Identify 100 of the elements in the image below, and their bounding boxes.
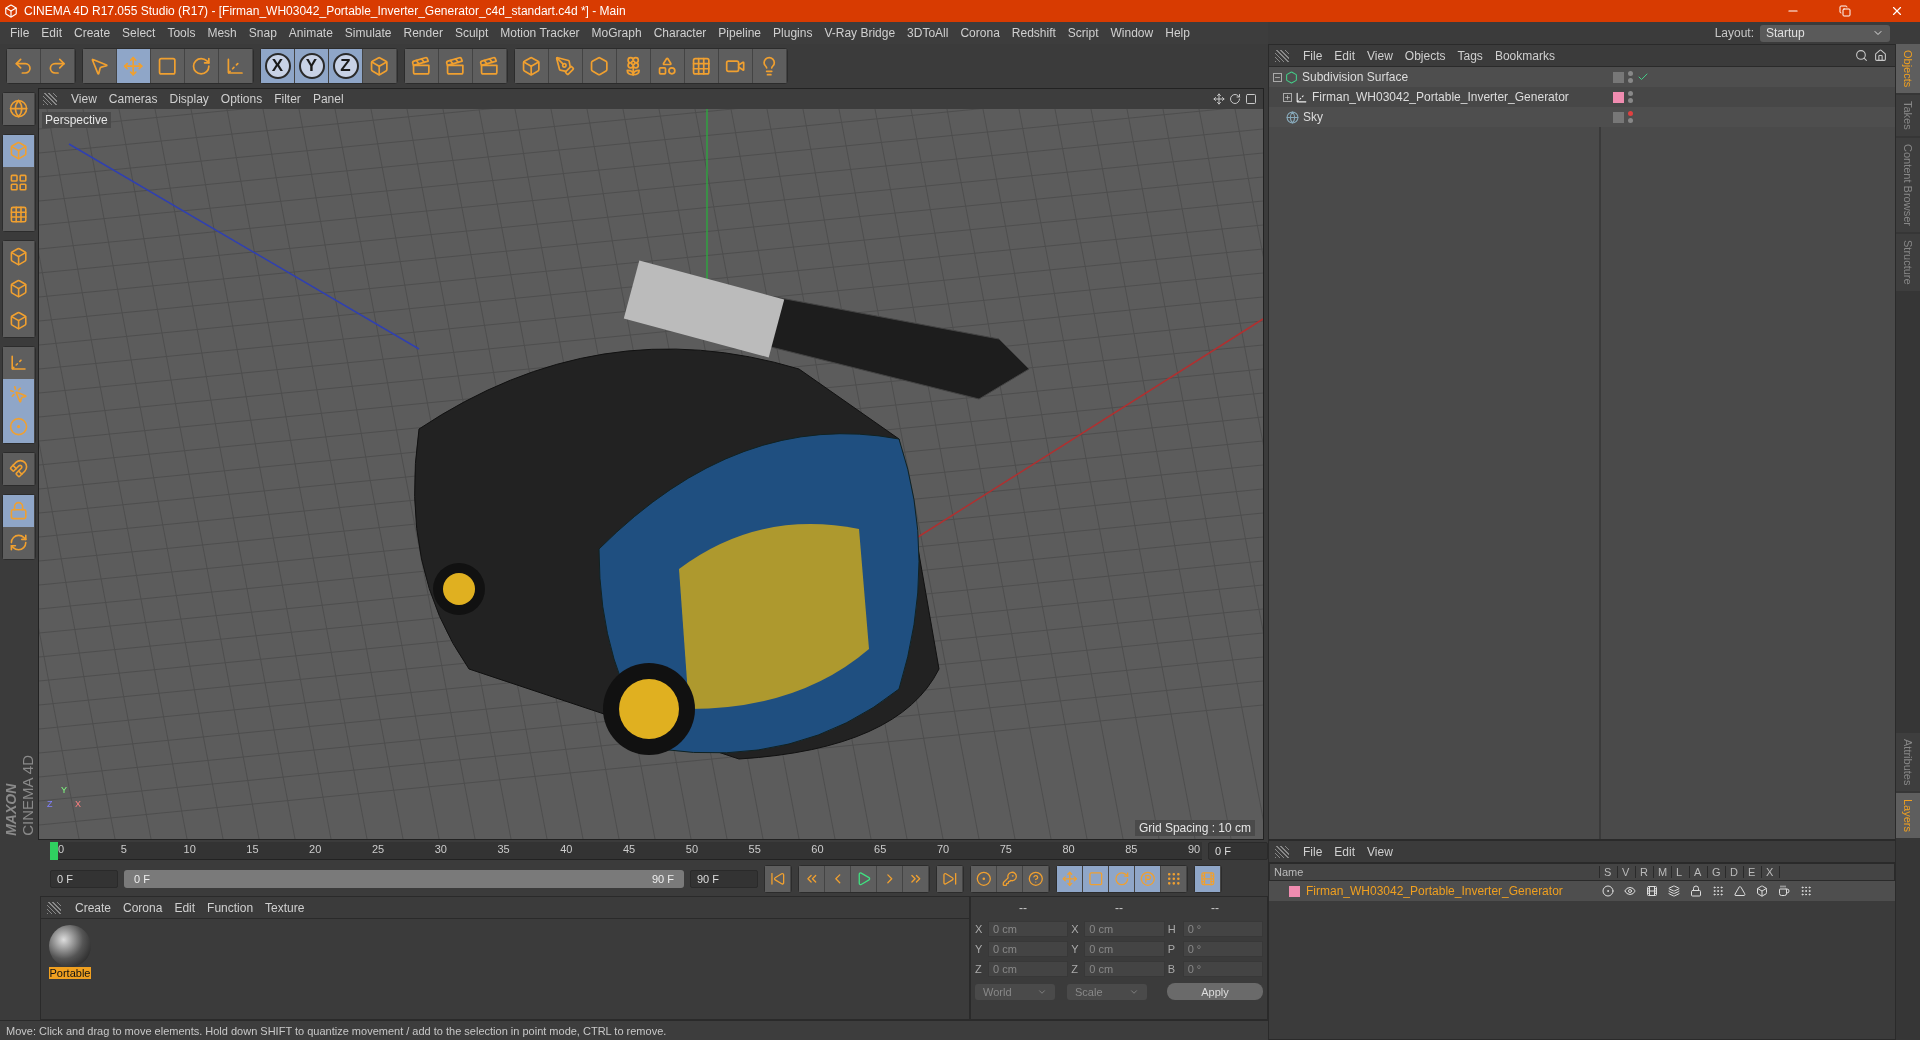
- menu-item[interactable]: Function: [201, 900, 260, 915]
- menu-item[interactable]: Bookmarks: [1488, 48, 1561, 63]
- tool-button[interactable]: [3, 527, 35, 559]
- tool-button[interactable]: [405, 49, 439, 83]
- tool-button[interactable]: [185, 49, 219, 83]
- tool-button[interactable]: [3, 135, 35, 167]
- column-header[interactable]: R: [1636, 866, 1654, 878]
- menu-item[interactable]: MoGraph: [585, 26, 648, 40]
- tool-button[interactable]: [1057, 866, 1083, 892]
- viewport-menu-item[interactable]: Filter: [268, 92, 307, 106]
- home-icon[interactable]: [1874, 49, 1887, 62]
- menu-item[interactable]: Create: [68, 26, 117, 40]
- column-header[interactable]: D: [1726, 866, 1744, 878]
- viewport-menu-item[interactable]: Options: [214, 92, 269, 106]
- tool-button[interactable]: [3, 305, 35, 337]
- tool-button[interactable]: [877, 866, 903, 892]
- menu-item[interactable]: File: [1297, 48, 1329, 63]
- tool-button[interactable]: [83, 49, 117, 83]
- visibility-dot[interactable]: [1628, 78, 1633, 83]
- tool-button[interactable]: [851, 866, 877, 892]
- column-header[interactable]: L: [1672, 866, 1690, 878]
- visibility-dot[interactable]: [1628, 98, 1633, 103]
- layer-swatch[interactable]: [1613, 111, 1624, 123]
- tool-button[interactable]: [1161, 866, 1187, 892]
- column-header[interactable]: Name: [1270, 866, 1600, 878]
- tool-button[interactable]: [117, 49, 151, 83]
- tool-button[interactable]: [799, 866, 825, 892]
- search-icon[interactable]: [1855, 49, 1868, 62]
- collapse-icon[interactable]: [1273, 72, 1282, 82]
- viewport-menu-item[interactable]: Cameras: [102, 92, 164, 106]
- menu-item[interactable]: 3DToAll: [901, 26, 955, 40]
- menu-item[interactable]: Mesh: [201, 26, 243, 40]
- tool-button[interactable]: [1195, 866, 1221, 892]
- object-name[interactable]: Subdivision Surface: [1302, 70, 1409, 84]
- layer-swatch[interactable]: [1613, 71, 1624, 83]
- end-frame-field[interactable]: 90 F: [690, 870, 758, 888]
- tool-button[interactable]: [3, 379, 35, 411]
- visibility-dot[interactable]: [1628, 111, 1633, 116]
- current-frame-field[interactable]: 0 F: [1208, 842, 1268, 860]
- column-header[interactable]: A: [1690, 866, 1708, 878]
- check-icon[interactable]: [1637, 71, 1649, 83]
- menu-item[interactable]: View: [1361, 844, 1399, 859]
- tool-button[interactable]: [3, 241, 35, 273]
- layer-toggle-icon[interactable]: [1756, 885, 1768, 897]
- frame-range-slider[interactable]: 0 F 90 F: [124, 870, 684, 888]
- menu-item[interactable]: Tags: [1451, 48, 1489, 63]
- menu-item[interactable]: Sculpt: [448, 26, 495, 40]
- menu-item[interactable]: Edit: [1328, 844, 1362, 859]
- tool-button[interactable]: [651, 49, 685, 83]
- tool-button[interactable]: [617, 49, 651, 83]
- menu-item[interactable]: Texture: [259, 900, 311, 915]
- visibility-dot[interactable]: [1628, 91, 1633, 96]
- tool-button[interactable]: [753, 49, 787, 83]
- tool-button[interactable]: [3, 347, 35, 379]
- object-name[interactable]: Sky: [1303, 110, 1323, 124]
- layer-swatch[interactable]: [1289, 885, 1300, 897]
- menu-item[interactable]: Edit: [168, 900, 202, 915]
- tool-button[interactable]: [937, 866, 963, 892]
- viewport-menu-item[interactable]: Display: [163, 92, 215, 106]
- menu-item[interactable]: Create: [69, 900, 118, 915]
- menu-item[interactable]: Motion Tracker: [494, 26, 586, 40]
- object-name[interactable]: Firman_WH03042_Portable_Inverter_Generator: [1312, 90, 1569, 104]
- menu-item[interactable]: Select: [116, 26, 162, 40]
- layer-toggle-icon[interactable]: [1646, 885, 1658, 897]
- viewport-menu-item[interactable]: View: [65, 92, 103, 106]
- layer-swatch[interactable]: [1613, 91, 1624, 103]
- tool-button[interactable]: [825, 866, 851, 892]
- column-header[interactable]: E: [1744, 866, 1762, 878]
- menu-item[interactable]: Redshift: [1005, 26, 1062, 40]
- menu-item[interactable]: Snap: [242, 26, 283, 40]
- axis-toggle-button[interactable]: Y: [295, 49, 329, 83]
- layer-toggle-icon[interactable]: [1690, 885, 1702, 897]
- tool-button[interactable]: [685, 49, 719, 83]
- layer-toggle-icon[interactable]: [1668, 885, 1680, 897]
- tool-button[interactable]: [1109, 866, 1135, 892]
- tool-button[interactable]: [971, 866, 997, 892]
- menu-item[interactable]: Render: [397, 26, 449, 40]
- expand-icon[interactable]: [1283, 92, 1292, 102]
- tool-button[interactable]: [903, 866, 929, 892]
- tool-button[interactable]: [363, 49, 397, 83]
- layout-dropdown[interactable]: Startup: [1760, 24, 1890, 42]
- maximize-icon[interactable]: [1245, 93, 1257, 105]
- tool-button[interactable]: [3, 167, 35, 199]
- layer-toggle-icon[interactable]: [1712, 885, 1724, 897]
- tool-button[interactable]: [41, 49, 75, 83]
- menu-item[interactable]: Animate: [282, 26, 339, 40]
- menu-item[interactable]: Pipeline: [712, 26, 768, 40]
- visibility-dot[interactable]: [1628, 71, 1633, 76]
- menu-item[interactable]: V-Ray Bridge: [818, 26, 902, 40]
- menu-item[interactable]: View: [1361, 48, 1399, 63]
- tool-button[interactable]: [439, 49, 473, 83]
- tool-button[interactable]: [549, 49, 583, 83]
- column-header[interactable]: X: [1762, 866, 1780, 878]
- layer-toggle-icon[interactable]: [1602, 885, 1614, 897]
- menu-item[interactable]: Tools: [161, 26, 202, 40]
- axis-toggle-button[interactable]: Z: [329, 49, 363, 83]
- tool-button[interactable]: [997, 866, 1023, 892]
- start-frame-field[interactable]: 0 F: [50, 870, 118, 888]
- menu-item[interactable]: Help: [1159, 26, 1196, 40]
- tool-button[interactable]: [473, 49, 507, 83]
